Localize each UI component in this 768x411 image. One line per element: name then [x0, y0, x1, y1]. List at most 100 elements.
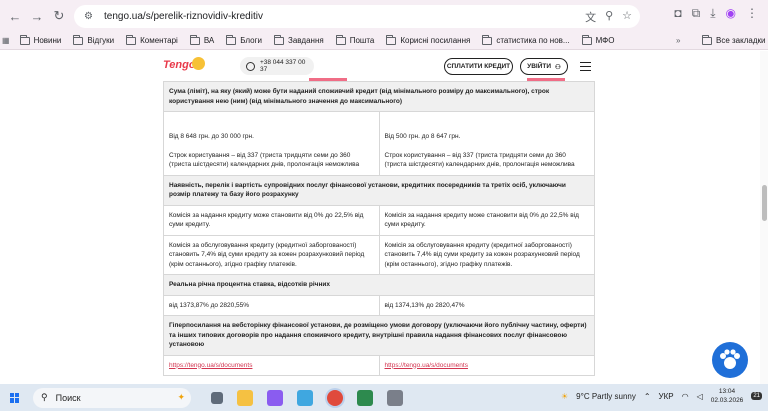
phone-icon — [246, 61, 255, 71]
task-view-icon[interactable] — [211, 391, 223, 404]
zoom-icon[interactable]: ⚲ — [605, 9, 613, 25]
all-bookmarks[interactable]: Все закладки — [702, 34, 765, 45]
scroll-thumb[interactable] — [762, 185, 767, 221]
taskbar-search[interactable]: ⚲ Поиск ✦ — [33, 387, 191, 408]
weather-icon: ☀ — [561, 391, 569, 401]
bookmarks-bar: ▦ Новини Відгуки Коментарі ВА Блоги Завд… — [0, 32, 768, 50]
credit-info-table: Сума (ліміт), на яку (який) може бути на… — [163, 81, 595, 376]
tray-expand-icon[interactable]: ⌃ — [644, 392, 651, 401]
folder-icon — [126, 34, 137, 45]
logo-cat-icon — [192, 57, 205, 70]
table-cell: від 1374,13% до 2820,47% — [378, 294, 595, 316]
bookmark-novyny[interactable]: Новини — [19, 34, 62, 45]
bookmark-korysni[interactable]: Корисні посилання — [386, 34, 471, 45]
browser-toolbar: ← → ↻ ⚙ tengo.ua/s/perelik-riznovidiv-kr… — [0, 0, 768, 32]
table-row: Реальна річна процентна ставка, відсоткі… — [163, 274, 595, 296]
language-indicator[interactable]: УКР — [659, 392, 674, 401]
documents-link[interactable]: https://tengo.ua/s/documents — [169, 362, 252, 369]
page-scrollbar[interactable] — [760, 51, 768, 384]
cell-text: Строк користування – від 337 (триста три… — [169, 151, 360, 169]
clock[interactable]: 13:04 02.03.2026 — [711, 387, 744, 405]
bookmark-vidguky[interactable]: Відгуки — [73, 34, 115, 45]
store-icon[interactable] — [267, 389, 283, 406]
weather-text[interactable]: 9°C Partly sunny — [576, 392, 636, 401]
reload-icon[interactable]: ↻ — [48, 5, 70, 27]
translate-icon[interactable]: 文 — [585, 9, 596, 25]
table-row: https://tengo.ua/s/documents https://ten… — [163, 354, 595, 376]
phone-button[interactable]: +38 044 337 00 37 — [240, 57, 314, 75]
back-icon[interactable]: ← — [4, 5, 26, 27]
table-row: від 1373,87% до 2820,55% від 1374,13% до… — [163, 294, 595, 316]
pay-credit-button[interactable]: СПЛАТИТИ КРЕДИТ — [444, 58, 513, 75]
bookmark-blogy[interactable]: Блоги — [226, 34, 262, 45]
start-icon[interactable] — [10, 392, 20, 403]
folder-icon — [581, 34, 592, 45]
cell-text: Від 500 грн. до 8 647 грн. — [384, 133, 461, 140]
folder-icon — [189, 34, 200, 45]
bookmark-label: МФО — [595, 36, 615, 45]
cell-text: Від 8 648 грн. до 30 000 грн. — [169, 133, 254, 140]
download-icon[interactable]: ⤓ — [710, 6, 715, 21]
notification-badge[interactable]: 21 — [751, 392, 762, 400]
url-text: tengo.ua/s/perelik-riznovidiv-kreditiv — [104, 11, 263, 22]
table-cell: Комісія за надання кредиту може становит… — [378, 204, 595, 236]
table-cell: Від 8 648 грн. до 30 000 грн. Строк корис… — [163, 111, 380, 176]
bookmark-poshta[interactable]: Пошта — [335, 34, 374, 45]
bookmark-zavdannia[interactable]: Завдання — [273, 34, 324, 45]
chat-widget-paw-icon[interactable] — [712, 342, 748, 378]
table-section-header: Гіперпосилання на вебсторінку фінансової… — [163, 315, 595, 356]
table-cell: Комісія за обслуговування кредиту (креди… — [163, 234, 380, 275]
bookmark-komentari[interactable]: Коментарі — [126, 34, 178, 45]
app-icon[interactable] — [387, 389, 403, 406]
bookmark-label: Корисні посилання — [400, 36, 471, 45]
bookmark-mfo[interactable]: МФО — [581, 34, 615, 45]
table-row: Комісія за надання кредиту може становит… — [163, 204, 595, 236]
profile-icon[interactable]: ◉ — [726, 6, 736, 21]
folder-icon — [19, 34, 30, 45]
forward-icon[interactable]: → — [26, 5, 48, 27]
volume-icon[interactable]: ◁ — [697, 392, 703, 401]
search-placeholder: Поиск — [55, 392, 81, 403]
address-bar[interactable]: ⚙ tengo.ua/s/perelik-riznovidiv-kreditiv… — [74, 5, 640, 28]
table-cell: Від 500 грн. до 8 647 грн. Строк користув… — [378, 111, 595, 176]
file-explorer-icon[interactable] — [237, 389, 253, 406]
cell-text: Строк користування – від 337 (триста три… — [384, 151, 575, 169]
table-cell: https://tengo.ua/s/documents — [163, 354, 380, 376]
documents-link[interactable]: https://tengo.ua/s/documents — [385, 362, 468, 369]
app-icon[interactable] — [357, 389, 373, 406]
folder-icon — [702, 34, 712, 45]
bookmarks-overflow-icon[interactable]: » — [676, 36, 680, 45]
site-info-icon[interactable]: ⚙ — [84, 11, 96, 23]
folder-icon — [335, 34, 346, 45]
phone-number: +38 044 337 00 37 — [259, 59, 306, 73]
bookmark-label: Коментарі — [140, 36, 178, 45]
table-section-header: Наявність, перелік і вартість супровідни… — [163, 174, 595, 206]
copilot-sparkle-icon: ✦ — [177, 392, 185, 402]
camera-icon[interactable]: ◘ — [674, 6, 681, 21]
folder-icon — [482, 34, 493, 45]
site-header: Tengo +38 044 337 00 37 СПЛАТИТИ КРЕДИТ … — [0, 51, 768, 81]
table-row: Сума (ліміт), на яку (який) може бути на… — [163, 81, 595, 112]
menu-icon[interactable]: ⋮ — [746, 6, 758, 21]
time: 13:04 — [718, 388, 736, 395]
bookmark-star-icon[interactable]: ☆ — [622, 9, 632, 25]
table-section-header: Реальна річна процентна ставка, відсоткі… — [163, 274, 595, 296]
table-section-header: Сума (ліміт), на яку (який) може бути на… — [163, 81, 595, 112]
bookmark-label: Блоги — [240, 36, 262, 45]
bookmark-label: Новини — [33, 36, 62, 45]
table-cell: Комісія за надання кредиту може становит… — [163, 204, 380, 236]
login-button[interactable]: УВІЙТИ ⚇ — [520, 58, 568, 75]
search-icon: ⚲ — [41, 392, 48, 402]
chrome-icon[interactable] — [327, 389, 343, 406]
table-cell: від 1373,87% до 2820,55% — [163, 294, 380, 316]
wifi-icon[interactable]: ◠ — [682, 392, 689, 401]
app-icon[interactable] — [297, 389, 313, 406]
bookmark-va[interactable]: ВА — [189, 34, 214, 45]
hamburger-menu-icon[interactable] — [580, 62, 591, 74]
folder-icon — [273, 34, 284, 45]
bookmark-label: Відгуки — [87, 36, 115, 45]
logo[interactable]: Tengo — [163, 59, 196, 71]
bookmark-statystyka[interactable]: статистика по нов... — [482, 34, 570, 45]
extensions-icon[interactable]: ⧉ — [692, 6, 701, 21]
apps-icon[interactable]: ▦ — [2, 36, 10, 45]
